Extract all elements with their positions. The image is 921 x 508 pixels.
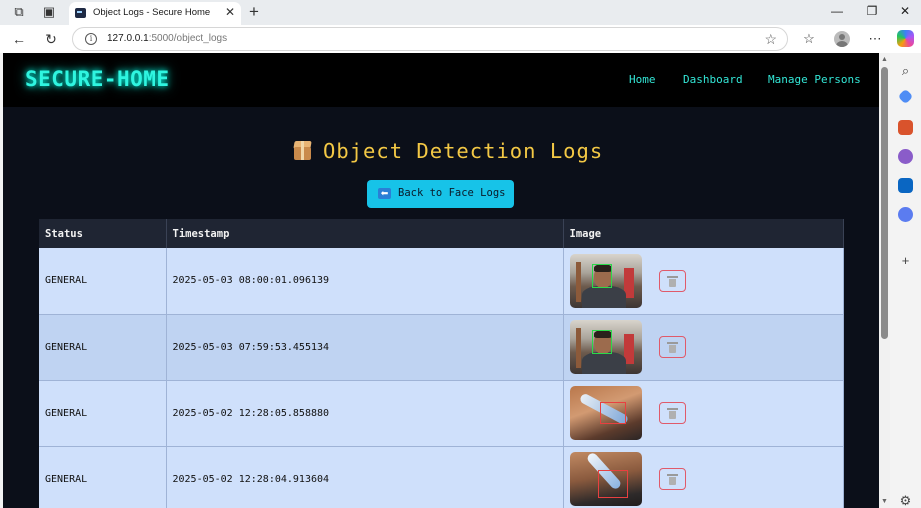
table-header-row: Status Timestamp Image: [39, 219, 844, 248]
tab-title: Object Logs - Secure Home: [93, 7, 211, 18]
page-scrollbar[interactable]: ▲ ▼: [879, 53, 890, 508]
people-icon[interactable]: [898, 149, 913, 164]
more-options-icon[interactable]: ⋯: [866, 30, 884, 48]
delete-log-button[interactable]: [658, 468, 686, 490]
package-icon: [292, 140, 313, 161]
object-logs-table: Status Timestamp Image GENERAL 2025-05-0…: [39, 219, 844, 508]
image-cell: [563, 380, 844, 447]
page-title-text: Object Detection Logs: [323, 139, 604, 163]
trash-icon: [666, 342, 678, 353]
back-to-face-logs-button[interactable]: ⬅ Back to Face Logs: [367, 180, 514, 208]
favorite-star-icon[interactable]: ☆: [764, 31, 777, 48]
settings-gear-icon[interactable]: ⚙: [898, 493, 913, 508]
back-arrow-icon[interactable]: ←: [10, 30, 28, 48]
scroll-up-arrow-icon[interactable]: ▲: [881, 56, 888, 63]
detection-thumbnail[interactable]: [569, 452, 642, 506]
column-header-timestamp: Timestamp: [166, 219, 564, 248]
left-arrow-icon: ⬅: [378, 188, 391, 199]
copilot-icon[interactable]: [897, 30, 914, 47]
url-text[interactable]: 127.0.0.1:5000/object_logs: [107, 33, 227, 44]
site-header: SECURE-HOME Home Dashboard Manage Person…: [3, 53, 879, 107]
delete-log-button[interactable]: [658, 402, 686, 424]
refresh-icon[interactable]: ↻: [42, 30, 60, 48]
table-row: GENERAL 2025-05-02 12:28:05.858880: [39, 380, 844, 447]
back-button-label: Back to Face Logs: [398, 187, 506, 199]
toolbox-icon[interactable]: [898, 120, 913, 135]
address-bar[interactable]: i 127.0.0.1:5000/object_logs ☆: [72, 27, 788, 51]
image-cell: [563, 248, 844, 315]
browser-toolbar: ← ↻ i 127.0.0.1:5000/object_logs ☆ ☆ ⋯: [0, 25, 921, 53]
scrollbar-thumb[interactable]: [881, 67, 888, 339]
new-tab-icon[interactable]: +: [249, 3, 259, 20]
delete-log-button[interactable]: [658, 336, 686, 358]
detection-thumbnail[interactable]: [569, 320, 642, 374]
add-sidebar-app-icon[interactable]: +: [898, 253, 913, 268]
tag-icon[interactable]: [897, 88, 914, 105]
column-header-status: Status: [39, 219, 167, 248]
nav-home-link[interactable]: Home: [629, 73, 656, 86]
workspaces-icon[interactable]: ⧉: [11, 4, 27, 20]
timestamp-cell: 2025-05-02 12:28:05.858880: [166, 380, 564, 447]
column-header-image: Image: [563, 219, 844, 248]
outlook-icon[interactable]: [898, 178, 913, 193]
status-cell: GENERAL: [39, 380, 167, 447]
browser-tab-object-logs[interactable]: Object Logs - Secure Home ✕: [69, 2, 241, 25]
close-window-icon[interactable]: ✕: [898, 4, 912, 18]
status-cell: GENERAL: [39, 314, 167, 381]
close-tab-icon[interactable]: ✕: [225, 5, 235, 19]
site-info-icon[interactable]: i: [85, 33, 97, 45]
scroll-down-arrow-icon[interactable]: ▼: [881, 498, 888, 505]
drop-icon[interactable]: [898, 207, 913, 222]
nav-dashboard-link[interactable]: Dashboard: [683, 73, 743, 86]
nav-manage-persons-link[interactable]: Manage Persons: [768, 73, 861, 86]
status-cell: GENERAL: [39, 248, 167, 315]
favorites-icon[interactable]: ☆: [800, 30, 818, 48]
status-cell: GENERAL: [39, 446, 167, 508]
timestamp-cell: 2025-05-03 07:59:53.455134: [166, 314, 564, 381]
page-title: Object Detection Logs: [292, 139, 603, 163]
delete-log-button[interactable]: [658, 269, 686, 292]
minimize-icon[interactable]: —: [830, 4, 844, 18]
timestamp-cell: 2025-05-02 12:28:04.913604: [166, 446, 564, 508]
detection-thumbnail[interactable]: [569, 253, 642, 308]
timestamp-cell: 2025-05-03 08:00:01.096139: [166, 248, 564, 315]
trash-icon: [666, 474, 678, 485]
table-row: GENERAL 2025-05-03 08:00:01.096139: [39, 248, 844, 315]
page-viewport: SECURE-HOME Home Dashboard Manage Person…: [3, 53, 879, 508]
terminal-favicon-icon: [75, 8, 86, 18]
detection-thumbnail[interactable]: [569, 386, 642, 440]
browser-tab-bar: ⧉ ▣ Object Logs - Secure Home ✕ + — ❐ ✕: [0, 0, 921, 25]
restore-icon[interactable]: ❐: [865, 4, 879, 18]
image-cell: [563, 446, 844, 508]
trash-icon: [666, 275, 678, 287]
site-logo[interactable]: SECURE-HOME: [25, 67, 170, 91]
table-row: GENERAL 2025-05-02 12:28:04.913604: [39, 446, 844, 508]
edge-sidebar: ⌕ + ⚙: [890, 53, 921, 508]
tab-actions-icon[interactable]: ▣: [41, 4, 57, 20]
table-row: GENERAL 2025-05-03 07:59:53.455134: [39, 314, 844, 381]
search-icon[interactable]: ⌕: [898, 63, 913, 78]
trash-icon: [666, 408, 678, 419]
image-cell: [563, 314, 844, 381]
profile-avatar[interactable]: [834, 31, 850, 47]
